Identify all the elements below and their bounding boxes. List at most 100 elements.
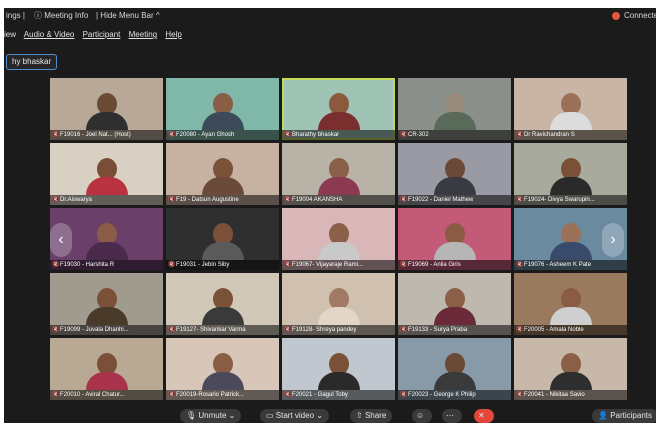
participant-name-bar: 🔇F20021 - Gagul Toby: [282, 390, 395, 400]
share-button[interactable]: ⇧ Share: [350, 409, 393, 423]
menu-audio-video[interactable]: Audio & Video: [24, 30, 75, 39]
participant-tile[interactable]: 🔇CR-302: [398, 78, 511, 140]
participant-tile[interactable]: 🔇F20023 - George K Philip: [398, 338, 511, 400]
participant-name-bar: 🔇F19076 - Asheem K Pate: [514, 260, 627, 270]
video-grid: 🔇F19016 - Joel Nat... (Host) 🔇F20080 - Ay…: [50, 78, 630, 403]
participant-name-bar: 🔇F19031 - Jebin Siby: [166, 260, 279, 270]
connection-status-icon: [612, 12, 620, 20]
participant-body: [549, 372, 592, 390]
hide-menu-bar-button[interactable]: | Hide Menu Bar ^: [96, 8, 160, 24]
participant-tile[interactable]: 🔇F19031 - Jebin Siby: [166, 208, 279, 270]
next-page-arrow[interactable]: ›: [602, 223, 624, 257]
participant-name: F20080 - Ayan Ghosh: [176, 132, 235, 138]
participant-name-bar: 🔇F20080 - Ayan Ghosh: [166, 130, 279, 140]
menu-meeting[interactable]: Meeting: [129, 30, 157, 39]
participant-body: [85, 372, 128, 390]
participant-video: [201, 158, 244, 195]
start-video-button[interactable]: ▭ Start video ⌄: [260, 409, 329, 423]
close-icon: ✕: [478, 411, 485, 420]
participant-video: [433, 353, 476, 390]
participant-video: [549, 353, 592, 390]
more-options-button[interactable]: ⋯: [442, 409, 462, 423]
mic-muted-icon: 🔇: [400, 132, 408, 138]
participant-name-bar: 🔇Bharathy bhaskar: [282, 130, 395, 140]
participant-video: [85, 93, 128, 130]
participant-body: [85, 307, 128, 325]
participant-body: [201, 242, 244, 260]
participant-tile[interactable]: 🔇Bharathy bhaskar: [282, 78, 395, 140]
mic-muted-icon: 🔇: [400, 197, 408, 203]
participant-tile[interactable]: 🔇F19099 - Juvala Dhanhi...: [50, 273, 163, 335]
participant-tile[interactable]: 🔇F20005 - Amala Noble: [514, 273, 627, 335]
participant-name: F19069 - Anila Giris: [408, 262, 461, 268]
mic-muted-icon: 🔇: [52, 327, 60, 333]
mic-muted-icon: 🔇: [52, 392, 60, 398]
participants-button[interactable]: 👤 Participants: [592, 409, 656, 423]
participant-tile[interactable]: 🔇F20010 - Aviral Chatur...: [50, 338, 163, 400]
unmute-button[interactable]: 🎙 Unmute ⌄: [180, 409, 242, 423]
participant-video: [433, 93, 476, 130]
prev-page-arrow[interactable]: ‹: [50, 223, 72, 257]
end-call-button[interactable]: ✕: [474, 409, 494, 423]
participant-name-bar: 🔇F20010 - Aviral Chatur...: [50, 390, 163, 400]
participant-tile[interactable]: 🔇F20080 - Ayan Ghosh: [166, 78, 279, 140]
participant-name: F19024- Divya Swarupin...: [524, 197, 595, 203]
top-status-bar: ings | ⓘ Meeting Info | Hide Menu Bar ^ …: [4, 8, 656, 24]
participant-name: F19022 - Daniel Mathew: [408, 197, 474, 203]
participant-body: [201, 112, 244, 130]
participant-body: [201, 307, 244, 325]
participant-video: [85, 223, 128, 260]
participant-body: [433, 242, 476, 260]
participant-tile[interactable]: 🔇F19127- Shivankar Varma: [166, 273, 279, 335]
video-off-icon: ▭: [266, 411, 276, 420]
participant-video: [317, 223, 360, 260]
reactions-button[interactable]: ☺: [412, 409, 432, 423]
meeting-info-link[interactable]: ⓘ Meeting Info: [34, 8, 88, 24]
participant-tile[interactable]: 🔇Dr.Aiswarya: [50, 143, 163, 205]
participant-name-bar: 🔇F19030 - Harshita R: [50, 260, 163, 270]
participant-body: [549, 307, 592, 325]
participant-tile[interactable]: 🔇F19016 - Joel Nat... (Host): [50, 78, 163, 140]
settings-menu[interactable]: ings |: [6, 8, 25, 24]
participant-video: [317, 353, 360, 390]
participant-tile[interactable]: 🔇F20019-Rosario Patrick...: [166, 338, 279, 400]
connection-status-label: Connecte: [624, 11, 656, 20]
mic-muted-icon: 🔇: [52, 132, 60, 138]
participant-tile[interactable]: 🔇F20041 - Nikitaa Savio: [514, 338, 627, 400]
menu-view[interactable]: iew: [4, 30, 16, 39]
menu-participant[interactable]: Participant: [83, 30, 121, 39]
participant-body: [433, 177, 476, 195]
participant-name: CR-302: [408, 132, 429, 138]
participant-body: [317, 242, 360, 260]
participant-tile[interactable]: 🔇F19004 AKANSHA: [282, 143, 395, 205]
participant-tile[interactable]: 🔇Dr Ravichandran S: [514, 78, 627, 140]
participant-name: F20041 - Nikitaa Savio: [524, 392, 585, 398]
participant-tile[interactable]: 🔇F19022 - Daniel Mathew: [398, 143, 511, 205]
participant-body: [201, 372, 244, 390]
participants-label: Participants: [610, 411, 652, 420]
participant-name: F20010 - Aviral Chatur...: [60, 392, 125, 398]
participant-video: [85, 353, 128, 390]
participant-tile[interactable]: 🔇F19069 - Anila Giris: [398, 208, 511, 270]
participant-tile[interactable]: 🔇F19 - Datsun Augustine: [166, 143, 279, 205]
participant-name: Dr Ravichandran S: [524, 132, 575, 138]
mic-muted-icon: 🔇: [168, 132, 176, 138]
participant-name-bar: 🔇Dr Ravichandran S: [514, 130, 627, 140]
participant-tile[interactable]: 🔇F19128- Shreya pandey: [282, 273, 395, 335]
participant-tile[interactable]: 🔇F20021 - Gagul Toby: [282, 338, 395, 400]
mic-muted-icon: 🔇: [516, 392, 524, 398]
participant-tile[interactable]: 🔇F19024- Divya Swarupin...: [514, 143, 627, 205]
chevron-right-icon: ›: [610, 231, 616, 248]
participant-video: [549, 223, 592, 260]
participant-tile[interactable]: 🔇F19133 - Surya Praba: [398, 273, 511, 335]
participant-name: F20019-Rosario Patrick...: [176, 392, 245, 398]
participant-tile[interactable]: 🔇F19067- Vijayaraje Rami...: [282, 208, 395, 270]
participant-name: F19133 - Surya Praba: [408, 327, 468, 333]
more-icon: ⋯: [446, 411, 454, 420]
menu-help[interactable]: Help: [165, 30, 181, 39]
chevron-down-icon: ⌄: [228, 411, 236, 420]
participant-name-bar: 🔇F19016 - Joel Nat... (Host): [50, 130, 163, 140]
participant-body: [317, 372, 360, 390]
participant-name-bar: 🔇F19127- Shivankar Varma: [166, 325, 279, 335]
mic-muted-icon: 🔇: [284, 262, 292, 268]
